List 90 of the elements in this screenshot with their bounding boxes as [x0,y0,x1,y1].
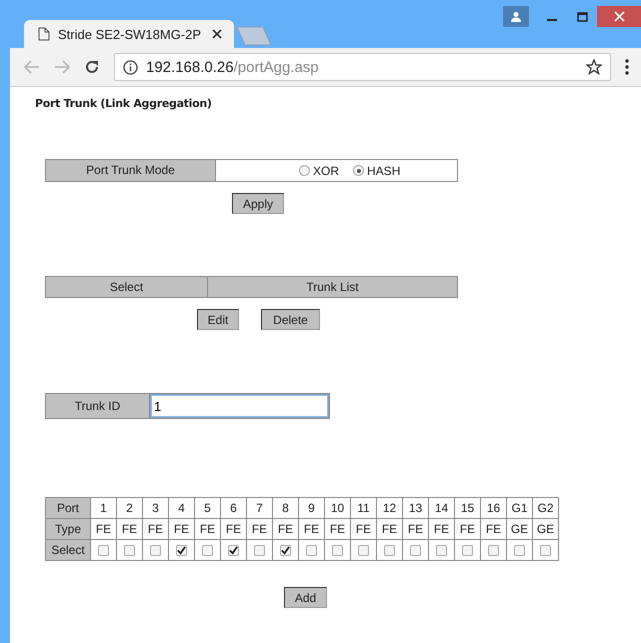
checkbox[interactable] [540,545,551,556]
forward-icon[interactable] [54,60,70,74]
table-cell: FE [142,518,168,540]
table-cell: 16 [480,498,506,518]
minimize-icon [547,19,557,21]
browser-tab[interactable]: Stride SE2-SW18MG-2P [24,20,234,48]
checkbox[interactable] [384,545,395,556]
checkbox[interactable] [124,545,135,556]
checkbox[interactable] [306,545,317,556]
table-cell: 15 [454,498,480,518]
apply-button[interactable]: Apply [232,193,284,214]
checkbox[interactable] [202,545,213,556]
table-cell: 12 [376,498,402,518]
table-cell: 1 [90,498,116,518]
table-cell: FE [116,518,142,540]
menu-icon[interactable] [625,59,629,75]
table-cell: 9 [298,498,324,518]
checkbox[interactable] [176,545,187,556]
table-cell: 6 [220,498,246,518]
checkbox[interactable] [254,545,265,556]
table-cell: 8 [272,498,298,518]
add-button[interactable]: Add [284,587,327,608]
close-icon[interactable] [212,29,222,39]
checkbox[interactable] [150,545,161,556]
radio-label: XOR [313,164,340,178]
field-label: Trunk ID [46,394,150,418]
column-header: Trunk List [208,277,457,297]
profile-button[interactable] [503,6,529,27]
checkbox[interactable] [98,545,109,556]
table-cell: 7 [246,498,272,518]
checkbox[interactable] [488,545,499,556]
checkbox[interactable] [280,545,291,556]
radio-label: HASH [367,164,400,178]
input-field[interactable]: 1 [150,394,329,418]
table-cell: FE [350,518,376,540]
close-icon [614,11,624,22]
info-icon [123,60,138,74]
row-header: Port [46,498,90,518]
table-cell: FE [168,518,194,540]
row-header: Type [46,518,90,540]
table-cell: FE [246,518,272,540]
checkbox[interactable] [410,545,421,556]
table-cell: G1 [506,498,532,518]
table-cell: FE [324,518,350,540]
table-cell: 13 [402,498,428,518]
radio-button[interactable] [299,165,310,176]
table-cell: FE [272,518,298,540]
address-bar[interactable]: 192.168.0.26/portAgg.asp [114,53,611,81]
checkbox[interactable] [228,545,239,556]
edit-button[interactable]: Edit [197,309,239,330]
page-icon [38,27,50,41]
table-header: Port Trunk Mode [46,160,216,181]
table-cell: 10 [324,498,350,518]
checkbox[interactable] [436,545,447,556]
checkbox[interactable] [332,545,343,556]
table-cell: FE [428,518,454,540]
table-cell: 3 [142,498,168,518]
url-text: 192.168.0.26/portAgg.asp [146,58,320,76]
maximize-icon [576,12,588,22]
page-title: Port Trunk (Link Aggregation) [35,97,213,110]
table-cell: FE [194,518,220,540]
checkbox[interactable] [514,545,525,556]
table-cell: FE [454,518,480,540]
table-cell: 14 [428,498,454,518]
new-tab-button[interactable] [236,26,272,46]
checkbox[interactable] [462,545,473,556]
back-icon[interactable] [24,60,40,74]
table-cell: 2 [116,498,142,518]
close-button[interactable] [597,6,641,27]
table-cell: FE [402,518,428,540]
delete-button[interactable]: Delete [261,309,320,330]
tab-title: Stride SE2-SW18MG-2P [58,26,202,42]
table-cell: GE [506,518,532,540]
table-cell: 5 [194,498,220,518]
table-cell: FE [220,518,246,540]
reload-icon[interactable] [84,59,100,75]
star-icon[interactable] [586,59,602,75]
table-cell: G2 [532,498,558,518]
table-cell: FE [480,518,506,540]
checkbox[interactable] [358,545,369,556]
column-header: Select [46,277,208,297]
table-cell: FE [298,518,324,540]
person-icon [510,10,522,22]
radio-button[interactable] [353,165,364,176]
row-header: Select [46,540,90,560]
table-cell: FE [90,518,116,540]
table-cell: 11 [350,498,376,518]
table-cell: 4 [168,498,194,518]
table-cell: GE [532,518,558,540]
table-cell: FE [376,518,402,540]
